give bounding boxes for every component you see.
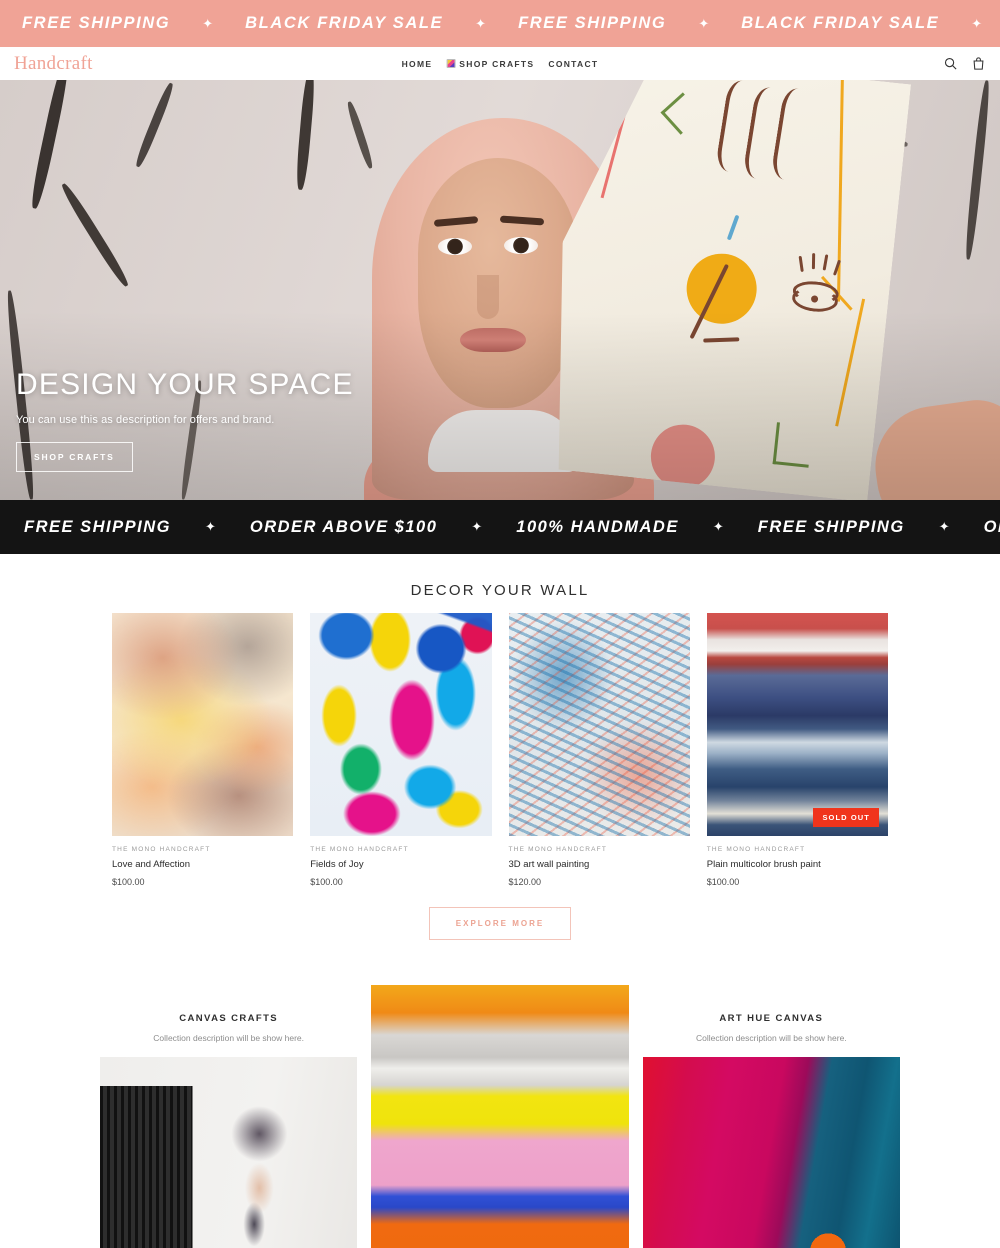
marquee-diamond-icon: ✦: [938, 519, 950, 534]
hero-subtitle: You can use this as description for offe…: [16, 414, 275, 426]
marquee-diamond-icon: ✦: [204, 519, 216, 534]
marquee-text: ORDER ABOVE $100: [983, 517, 1000, 536]
hero-banner: DESIGN YOUR SPACE You can use this as de…: [0, 80, 1000, 500]
nav-label-home: HOME: [401, 58, 433, 69]
nav-item-shop-crafts[interactable]: SHOP CRAFTS: [446, 59, 534, 69]
marquee-diamond-icon: ✦: [471, 519, 483, 534]
marquee-diamond-icon: ✦: [202, 15, 214, 31]
product-card[interactable]: THE MONO HANDCRAFT Love and Affection $100…: [112, 613, 294, 887]
palette-thumb-icon: [446, 59, 456, 68]
products-section-title: DECOR YOUR WALL: [410, 582, 590, 599]
collection-image[interactable]: [371, 985, 629, 1248]
product-title[interactable]: Love and Affection: [112, 859, 293, 870]
collection-title: ART HUE CANVAS: [719, 1013, 824, 1024]
product-card[interactable]: SOLD OUT THE MONO HANDCRAFT Plain multicol…: [706, 613, 888, 887]
hero-shop-crafts-button[interactable]: SHOP CRAFTS: [16, 442, 133, 472]
product-price: $100.00: [706, 877, 740, 887]
product-vendor: THE MONO HANDCRAFT: [706, 846, 806, 853]
product-vendor: THE MONO HANDCRAFT: [112, 846, 211, 853]
marquee-text: BLACK FRIDAY SALE: [245, 14, 444, 32]
product-image[interactable]: [112, 613, 294, 836]
product-image[interactable]: [310, 613, 492, 836]
product-price: $100.00: [310, 877, 343, 887]
collection-title: CANVAS CRAFTS: [179, 1013, 279, 1024]
product-vendor: THE MONO HANDCRAFT: [310, 846, 409, 853]
marquee-text: FREE SHIPPING: [24, 517, 171, 536]
collection-description: Collection description will be show here…: [153, 1033, 305, 1043]
sold-out-badge: SOLD OUT: [813, 808, 879, 827]
header-icon-group: [943, 56, 986, 71]
marquee-text: 100% HANDMADE: [516, 517, 679, 536]
collection-card[interactable]: CANVAS CRAFTS Collection description will…: [100, 1013, 358, 1248]
marquee-diamond-icon: ✦: [698, 15, 710, 31]
marquee-text: BLACK FRIDAY SALE: [741, 14, 940, 32]
announcement-bar: FREE SHIPPING ✦ BLACK FRIDAY SALE ✦ FREE SHI…: [0, 0, 1000, 47]
nav-item-home[interactable]: HOME: [402, 59, 433, 69]
collection-card[interactable]: [371, 985, 629, 1248]
collection-description: Collection description will be show here…: [695, 1033, 847, 1043]
site-header: Handcraft HOME SHOP CRAFTS CONTACT: [0, 47, 1000, 80]
promo-bar: FREE SHIPPING ✦ ORDER ABOVE $100 ✦ 100% HAND…: [0, 500, 1000, 554]
marquee-text: FREE SHIPPING: [22, 14, 171, 32]
announcement-marquee: FREE SHIPPING ✦ BLACK FRIDAY SALE ✦ FREE SHI…: [0, 14, 1000, 33]
nav-label-shop-crafts: SHOP CRAFTS: [459, 58, 535, 69]
product-price: $120.00: [508, 877, 542, 887]
explore-more-wrap: EXPLORE MORE: [0, 887, 1000, 954]
hero-title: DESIGN YOUR SPACE: [16, 368, 354, 401]
collection-card[interactable]: ART HUE CANVAS Collection description wil…: [642, 1013, 900, 1248]
product-title[interactable]: 3D art wall painting: [509, 859, 690, 870]
product-grid: THE MONO HANDCRAFT Love and Affection $100…: [0, 613, 1000, 887]
marquee-text: ORDER ABOVE $100: [249, 517, 438, 536]
products-section: DECOR YOUR WALL THE MONO HANDCRAFT Love a…: [0, 554, 1000, 954]
product-vendor: THE MONO HANDCRAFT: [508, 846, 608, 853]
product-card[interactable]: THE MONO HANDCRAFT 3D art wall painting $1…: [508, 613, 690, 887]
marquee-diamond-icon: ✦: [971, 15, 983, 31]
collection-image[interactable]: [642, 1057, 900, 1248]
main-navigation: HOME SHOP CRAFTS CONTACT: [402, 59, 599, 69]
nav-label-contact: CONTACT: [548, 58, 599, 69]
collections-grid: CANVAS CRAFTS Collection description will…: [0, 985, 1000, 1248]
nav-item-contact[interactable]: CONTACT: [548, 59, 598, 69]
marquee-diamond-icon: ✦: [712, 519, 724, 534]
product-image[interactable]: [508, 613, 690, 836]
site-logo[interactable]: Handcraft: [14, 53, 93, 75]
product-title[interactable]: Plain multicolor brush paint: [707, 859, 888, 870]
search-icon[interactable]: [943, 56, 958, 71]
shopping-bag-icon[interactable]: [971, 56, 986, 71]
product-image[interactable]: SOLD OUT: [706, 613, 888, 836]
hero-content: DESIGN YOUR SPACE You can use this as de…: [16, 368, 354, 472]
explore-more-button[interactable]: EXPLORE MORE: [428, 907, 572, 940]
collections-section: PICK THE BEST CANVAS CRAFTSCollection de…: [0, 954, 1000, 1248]
product-card[interactable]: THE MONO HANDCRAFT Fields of Joy $100.00: [310, 613, 492, 887]
promo-marquee: FREE SHIPPING ✦ ORDER ABOVE $100 ✦ 100% HAND…: [0, 518, 1000, 537]
collection-image[interactable]: [100, 1057, 358, 1248]
marquee-text: FREE SHIPPING: [518, 14, 667, 32]
product-price: $100.00: [112, 877, 145, 887]
product-title[interactable]: Fields of Joy: [310, 859, 491, 870]
marquee-text: FREE SHIPPING: [757, 517, 905, 536]
marquee-text: FREE SHIPPING: [992, 14, 1000, 33]
marquee-diamond-icon: ✦: [475, 15, 487, 31]
